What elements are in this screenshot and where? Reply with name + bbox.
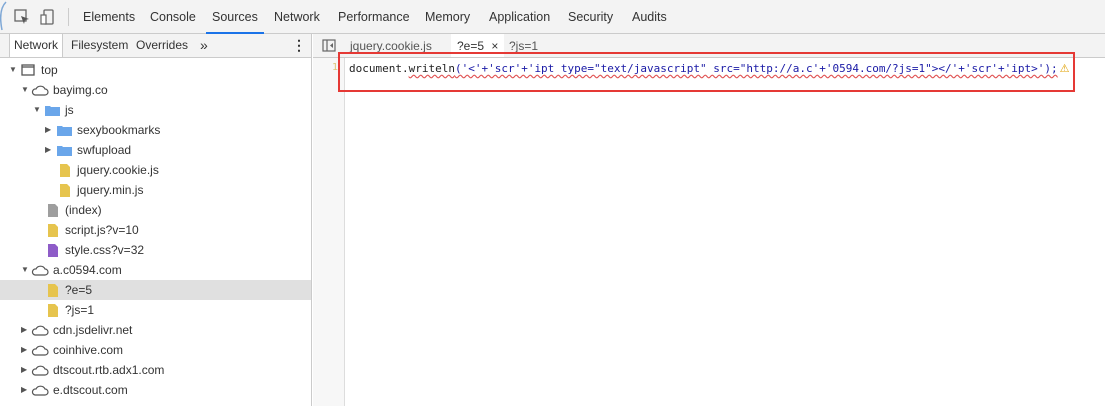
tree-item-label: js [65,103,74,117]
tree-item-label: e.dtscout.com [53,383,128,397]
devtools-toolbar: Elements Console Sources Network Perform… [0,0,1105,34]
tree-item-file[interactable]: script.js?v=10 [0,220,311,240]
navigator-tab-network[interactable]: Network [9,34,64,57]
line-gutter: 1 [313,58,345,406]
cloud-icon [31,85,49,96]
tab-console[interactable]: Console [150,0,196,33]
expand-triangle-icon[interactable]: ▼ [33,100,43,120]
highlight-box [338,52,1075,92]
toolbar-divider [68,8,69,26]
tree-item-label: (index) [65,203,102,217]
navigator-tabs: Network Filesystem Overrides » ⋮ [0,34,311,58]
tree-item-label: top [41,63,58,77]
editor-tab-label: ?e=5 [457,39,485,53]
tree-item-label: script.js?v=10 [65,223,139,237]
inspect-element-icon[interactable] [14,9,30,25]
tree-item-label: jquery.cookie.js [77,163,159,177]
tree-item-label: bayimg.co [53,83,108,97]
cloud-icon [31,325,49,336]
tab-performance[interactable]: Performance [338,0,410,33]
tree-item-top[interactable]: ▼ top [0,60,311,80]
frame-icon [21,64,35,76]
tree-item-label: sexybookmarks [77,123,161,137]
js-file-icon [48,284,58,297]
css-file-icon [48,244,58,257]
cloud-icon [31,365,49,376]
tree-item-folder[interactable]: ▶ swfupload [0,140,311,160]
tab-elements[interactable]: Elements [83,0,135,33]
folder-icon [57,146,72,156]
window-edge-icon [0,1,7,31]
tree-item-label: a.c0594.com [53,263,122,277]
collapse-triangle-icon[interactable]: ▶ [45,140,55,160]
navigator-tab-filesystem[interactable]: Filesystem [71,34,128,57]
collapse-triangle-icon[interactable]: ▶ [21,380,31,400]
close-tab-icon[interactable]: × [491,39,498,53]
tree-item-label: dtscout.rtb.adx1.com [53,363,165,377]
tab-security[interactable]: Security [568,0,613,33]
folder-icon [45,106,60,116]
tab-application[interactable]: Application [489,0,550,33]
expand-triangle-icon[interactable]: ▼ [21,80,31,100]
tab-audits[interactable]: Audits [632,0,667,33]
folder-icon [57,126,72,136]
tree-item-domain[interactable]: ▶ dtscout.rtb.adx1.com [0,360,311,380]
js-file-icon [60,184,70,197]
tree-item-file[interactable]: jquery.min.js [0,180,311,200]
tree-item-domain[interactable]: ▶ coinhive.com [0,340,311,360]
tree-item-label: ?e=5 [65,283,93,297]
sources-navigator: Network Filesystem Overrides » ⋮ ▼ top ▼… [0,34,312,406]
more-tabs-button[interactable]: » [200,34,208,57]
tree-item-domain[interactable]: ▶ cdn.jsdelivr.net [0,320,311,340]
tab-network[interactable]: Network [274,0,320,33]
js-file-icon [48,304,58,317]
navigator-tab-overrides[interactable]: Overrides [136,34,188,57]
tree-item-file[interactable]: ?js=1 [0,300,311,320]
tree-item-file-selected[interactable]: ?e=5 [0,280,311,300]
collapse-triangle-icon[interactable]: ▶ [21,360,31,380]
cloud-icon [31,345,49,356]
navigator-menu-button[interactable]: ⋮ [292,34,306,57]
collapse-triangle-icon[interactable]: ▶ [21,340,31,360]
document-file-icon [48,204,58,217]
collapse-triangle-icon[interactable]: ▶ [21,320,31,340]
tree-item-folder[interactable]: ▶ sexybookmarks [0,120,311,140]
cloud-icon [31,265,49,276]
tree-item-file[interactable]: jquery.cookie.js [0,160,311,180]
expand-triangle-icon[interactable]: ▼ [21,260,31,280]
tree-item-file[interactable]: style.css?v=32 [0,240,311,260]
tree-item-label: ?js=1 [65,303,95,317]
tree-item-file[interactable]: (index) [0,200,311,220]
tree-item-label: jquery.min.js [77,183,144,197]
tab-memory[interactable]: Memory [425,0,470,33]
tree-item-label: cdn.jsdelivr.net [53,323,133,337]
tree-item-domain[interactable]: ▶ e.dtscout.com [0,380,311,400]
tree-item-domain[interactable]: ▼ a.c0594.com [0,260,311,280]
tab-sources[interactable]: Sources [206,0,264,34]
tree-item-domain[interactable]: ▼ bayimg.co [0,80,311,100]
tree-item-label: style.css?v=32 [65,243,145,257]
expand-triangle-icon[interactable]: ▼ [9,60,19,80]
toggle-navigator-icon[interactable] [322,39,336,52]
device-toolbar-icon[interactable] [40,9,56,25]
js-file-icon [48,224,58,237]
tree-item-label: coinhive.com [53,343,124,357]
cloud-icon [31,385,49,396]
tree-item-folder[interactable]: ▼ js [0,100,311,120]
js-file-icon [60,164,70,177]
collapse-triangle-icon[interactable]: ▶ [45,120,55,140]
tree-item-label: swfupload [77,143,132,157]
